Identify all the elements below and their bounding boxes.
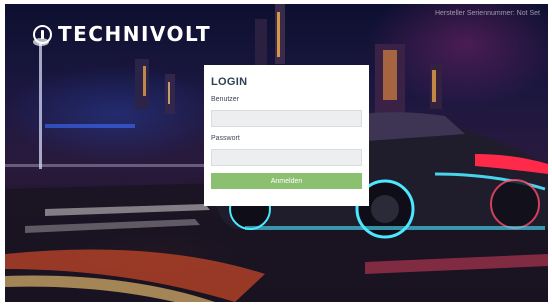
username-label: Benutzer xyxy=(211,96,240,103)
background-frame: TECHNIVOLT Hersteller Seriennummer: Not … xyxy=(5,4,548,302)
power-bulb-icon xyxy=(33,24,52,44)
login-button[interactable]: Anmelden xyxy=(211,173,362,189)
username-input[interactable] xyxy=(211,110,362,127)
serial-number-text: Hersteller Seriennummer: Not Set xyxy=(434,10,540,17)
login-panel: LOGIN Benutzer Passwort Anmelden xyxy=(204,65,369,206)
login-title: LOGIN xyxy=(211,76,248,88)
password-label: Passwort xyxy=(211,135,240,142)
brand-name: TECHNIVOLT xyxy=(58,22,212,46)
brand-logo: TECHNIVOLT xyxy=(33,21,211,47)
password-input[interactable] xyxy=(211,149,362,166)
